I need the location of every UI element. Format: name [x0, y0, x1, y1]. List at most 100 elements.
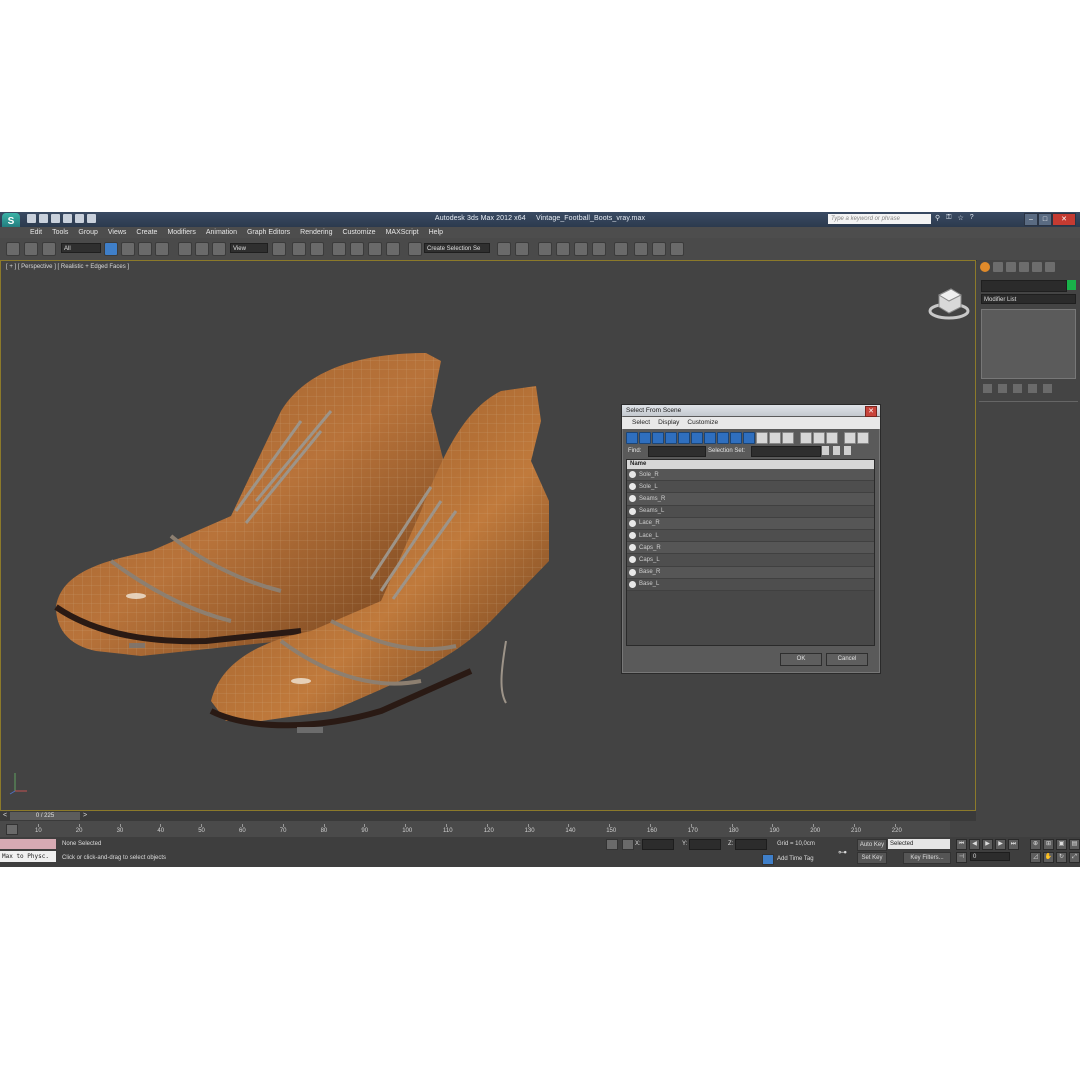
select-none-icon[interactable]	[800, 432, 812, 444]
display-influences-icon[interactable]	[769, 432, 781, 444]
column-name-header[interactable]: Name	[627, 460, 874, 469]
binoculars-icon[interactable]: ⚲	[935, 214, 940, 222]
dialog-menu-display[interactable]: Display	[658, 417, 679, 429]
list-item[interactable]: Sole_L	[627, 481, 874, 494]
viewcube-icon[interactable]	[927, 281, 971, 325]
help-icon[interactable]: ?	[970, 214, 974, 222]
filter-helpers-icon[interactable]	[678, 432, 690, 444]
modify-tab-icon[interactable]	[993, 262, 1003, 272]
keyboard-shortcut-icon[interactable]	[310, 242, 324, 256]
list-item[interactable]: Seams_L	[627, 505, 874, 518]
filter-spacewarps-icon[interactable]	[691, 432, 703, 444]
list-item[interactable]: Seams_R	[627, 493, 874, 506]
selection-filter-dropdown[interactable]: All	[61, 243, 101, 253]
align-icon[interactable]	[515, 242, 529, 256]
absolute-relative-icon[interactable]	[622, 839, 634, 850]
orbit-icon[interactable]: ↻	[1056, 852, 1067, 863]
menu-edit[interactable]: Edit	[30, 227, 42, 238]
previous-key-icon[interactable]: ◀	[969, 839, 980, 850]
utilities-tab-icon[interactable]	[1045, 262, 1055, 272]
menu-views[interactable]: Views	[108, 227, 127, 238]
create-tab-icon[interactable]	[980, 262, 990, 272]
mirror-icon[interactable]	[497, 242, 511, 256]
mini-curve-editor-icon[interactable]	[6, 824, 18, 835]
minimize-button[interactable]: –	[1024, 213, 1038, 226]
pin-stack-icon[interactable]	[983, 384, 992, 393]
percent-snap-icon[interactable]	[368, 242, 382, 256]
select-invert-icon[interactable]	[813, 432, 825, 444]
zoom-extents-all-icon[interactable]: ▤	[1069, 839, 1080, 850]
delete-selection-set-icon[interactable]	[844, 446, 851, 455]
modifier-stack[interactable]	[981, 309, 1076, 379]
add-time-tag[interactable]: Add Time Tag	[777, 856, 814, 862]
snaps-toggle-icon[interactable]	[332, 242, 346, 256]
key-mode-dropdown[interactable]: Selected	[888, 839, 950, 849]
select-object-icon[interactable]	[104, 242, 118, 256]
list-item[interactable]: Base_L	[627, 578, 874, 591]
hierarchy-tab-icon[interactable]	[1006, 262, 1016, 272]
previous-frame-icon[interactable]: <	[0, 811, 10, 821]
zoom-all-icon[interactable]: ⊞	[1043, 839, 1054, 850]
maximize-button[interactable]: □	[1038, 213, 1052, 226]
current-frame-field[interactable]: 0	[970, 852, 1010, 861]
graphite-toggle-icon[interactable]	[556, 242, 570, 256]
display-tab-icon[interactable]	[1032, 262, 1042, 272]
menu-tools[interactable]: Tools	[52, 227, 68, 238]
motion-tab-icon[interactable]	[1019, 262, 1029, 272]
maxscript-input[interactable]: Max to Physc.	[0, 851, 56, 862]
bind-space-warp-icon[interactable]	[42, 242, 56, 256]
move-icon[interactable]	[178, 242, 192, 256]
list-item[interactable]: Caps_L	[627, 554, 874, 567]
reference-coordinate-dropdown[interactable]: View	[230, 243, 268, 253]
display-children-icon[interactable]	[756, 432, 768, 444]
zoom-icon[interactable]: ⊕	[1030, 839, 1041, 850]
x-coordinate-field[interactable]	[642, 839, 674, 850]
make-unique-icon[interactable]	[1013, 384, 1022, 393]
unlink-icon[interactable]	[24, 242, 38, 256]
object-color-swatch[interactable]	[1067, 280, 1076, 290]
menu-help[interactable]: Help	[429, 227, 443, 238]
auto-key-button[interactable]: Auto Key	[857, 839, 887, 851]
configure-sets-icon[interactable]	[1043, 384, 1052, 393]
menu-group[interactable]: Group	[78, 227, 97, 238]
pivot-center-icon[interactable]	[272, 242, 286, 256]
key-icon[interactable]: ⚿	[946, 214, 951, 222]
maximize-viewport-icon[interactable]: ⤢	[1069, 852, 1080, 863]
menu-graph-editors[interactable]: Graph Editors	[247, 227, 290, 238]
edit-selection-set-icon[interactable]	[833, 446, 840, 455]
filter-cameras-icon[interactable]	[665, 432, 677, 444]
go-to-start-icon[interactable]: ⏮	[956, 839, 967, 850]
filter-containers-icon[interactable]	[743, 432, 755, 444]
find-input[interactable]	[648, 446, 706, 457]
filter-groups-icon[interactable]	[704, 432, 716, 444]
list-item[interactable]: Sole_R	[627, 469, 874, 482]
link-icon[interactable]	[6, 242, 20, 256]
remove-modifier-icon[interactable]	[1028, 384, 1037, 393]
filter-funnel-icon[interactable]	[844, 432, 856, 444]
filter-shapes-icon[interactable]	[639, 432, 651, 444]
sync-selection-icon[interactable]	[826, 432, 838, 444]
menu-rendering[interactable]: Rendering	[300, 227, 332, 238]
filter-geometry-icon[interactable]	[626, 432, 638, 444]
dialog-menu-customize[interactable]: Customize	[687, 417, 718, 429]
dialog-menu-select[interactable]: Select	[632, 417, 650, 429]
time-slider[interactable]: < 0 / 225 >	[0, 811, 976, 821]
pan-view-icon[interactable]: ✋	[1043, 852, 1054, 863]
star-icon[interactable]: ☆	[957, 214, 963, 222]
next-key-icon[interactable]: ▶	[995, 839, 1006, 850]
y-coordinate-field[interactable]	[689, 839, 721, 850]
next-frame-icon[interactable]: >	[80, 811, 90, 821]
dialog-close-button[interactable]: ✕	[865, 406, 877, 417]
play-icon[interactable]: ▶	[982, 839, 993, 850]
object-name-field[interactable]	[981, 280, 1067, 292]
render-setup-icon[interactable]	[634, 242, 648, 256]
key-filters-button[interactable]: Key Filters...	[903, 852, 951, 864]
window-crossing-icon[interactable]	[155, 242, 169, 256]
maxscript-listener[interactable]: Max to Physc.	[0, 839, 56, 863]
scale-icon[interactable]	[212, 242, 226, 256]
search-input[interactable]: Type a keyword or phrase	[828, 214, 931, 224]
select-manipulate-icon[interactable]	[292, 242, 306, 256]
field-of-view-icon[interactable]: ◿	[1030, 852, 1041, 863]
list-item[interactable]: Caps_R	[627, 542, 874, 555]
rotate-icon[interactable]	[195, 242, 209, 256]
